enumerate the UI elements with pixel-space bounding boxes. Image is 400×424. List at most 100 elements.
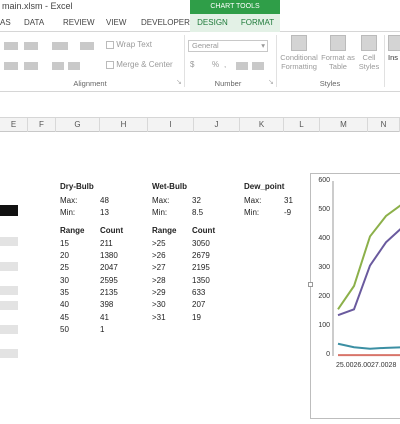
shaded-cell[interactable]	[0, 349, 18, 358]
column-header-l[interactable]: L	[284, 118, 320, 132]
dry-bulb-count[interactable]: 2047	[100, 263, 118, 272]
dry-bulb-count[interactable]: 398	[100, 300, 113, 309]
dry-bulb-count-header[interactable]: Count	[100, 226, 123, 235]
align-middle-icon[interactable]	[24, 40, 38, 50]
dry-bulb-count[interactable]: 211	[100, 239, 113, 248]
column-header-f[interactable]: F	[28, 118, 56, 132]
filled-cell-black[interactable]	[0, 205, 18, 216]
wet-bulb-title[interactable]: Wet-Bulb	[152, 182, 187, 191]
wrap-text-icon	[106, 40, 114, 49]
tab-data[interactable]: DATA	[24, 14, 50, 32]
number-launcher-icon[interactable]: ↘	[268, 78, 274, 86]
column-header-n[interactable]: N	[368, 118, 400, 132]
column-header-e[interactable]: E	[0, 118, 28, 132]
wet-bulb-range[interactable]: >28	[152, 276, 166, 285]
dry-bulb-count[interactable]: 2595	[100, 276, 118, 285]
dry-bulb-count[interactable]: 2135	[100, 288, 118, 297]
comma-style-icon[interactable]: ,	[224, 60, 226, 69]
dry-bulb-range[interactable]: 40	[60, 300, 69, 309]
shaded-cell[interactable]	[0, 237, 18, 246]
wet-bulb-range[interactable]: >26	[152, 251, 166, 260]
decrease-indent-icon[interactable]	[52, 60, 64, 70]
align-center-icon[interactable]	[24, 60, 38, 70]
dry-bulb-range[interactable]: 30	[60, 276, 69, 285]
tab-developer[interactable]: DEVELOPER	[141, 14, 190, 32]
dry-bulb-range[interactable]: 20	[60, 251, 69, 260]
dry-bulb-count[interactable]: 41	[100, 313, 109, 322]
column-header-k[interactable]: K	[240, 118, 284, 132]
tab-view[interactable]: VIEW	[106, 14, 128, 32]
shaded-cell[interactable]	[0, 325, 18, 334]
wet-bulb-max-label[interactable]: Max:	[152, 196, 169, 205]
wet-bulb-count[interactable]: 207	[192, 300, 205, 309]
wet-bulb-count[interactable]: 3050	[192, 239, 210, 248]
decrease-decimal-icon[interactable]	[252, 60, 264, 70]
dry-bulb-count[interactable]: 1380	[100, 251, 118, 260]
shaded-cell[interactable]	[0, 286, 18, 295]
increase-indent-icon[interactable]	[68, 60, 80, 70]
wet-bulb-range[interactable]: >29	[152, 288, 166, 297]
wet-bulb-count[interactable]: 2679	[192, 251, 210, 260]
dry-bulb-range[interactable]: 35	[60, 288, 69, 297]
tab-format[interactable]: FORMAT	[235, 14, 280, 32]
dry-bulb-max-label[interactable]: Max:	[60, 196, 77, 205]
wet-bulb-count-header[interactable]: Count	[192, 226, 215, 235]
dew-point-title[interactable]: Dew_point	[244, 182, 284, 191]
insert-button[interactable]: Ins	[388, 35, 400, 77]
wet-bulb-min-value[interactable]: 8.5	[192, 208, 203, 217]
column-header-m[interactable]: M	[320, 118, 368, 132]
dew-point-min-value[interactable]: -9	[284, 208, 291, 217]
wet-bulb-max-value[interactable]: 32	[192, 196, 201, 205]
dry-bulb-range-header[interactable]: Range	[60, 226, 84, 235]
dry-bulb-range[interactable]: 25	[60, 263, 69, 272]
wet-bulb-count[interactable]: 19	[192, 313, 201, 322]
tab-review[interactable]: REVIEW	[63, 14, 97, 32]
column-header-g[interactable]: G	[56, 118, 100, 132]
dry-bulb-range[interactable]: 15	[60, 239, 69, 248]
wet-bulb-range[interactable]: >27	[152, 263, 166, 272]
currency-button[interactable]: $	[190, 60, 194, 69]
wet-bulb-count[interactable]: 2195	[192, 263, 210, 272]
align-left-icon[interactable]	[4, 60, 18, 70]
text-direction-icon[interactable]	[80, 40, 94, 50]
merge-center-icon	[106, 60, 114, 69]
dry-bulb-min-label[interactable]: Min:	[60, 208, 75, 217]
wrap-text-label: Wrap Text	[116, 40, 152, 49]
dew-point-max-label[interactable]: Max:	[244, 196, 261, 205]
alignment-launcher-icon[interactable]: ↘	[176, 78, 182, 86]
dry-bulb-count[interactable]: 1	[100, 325, 104, 334]
conditional-formatting-button[interactable]: Conditional Formatting	[278, 35, 320, 77]
dew-point-min-label[interactable]: Min:	[244, 208, 259, 217]
dry-bulb-max-value[interactable]: 48	[100, 196, 109, 205]
column-header-j[interactable]: J	[194, 118, 240, 132]
wet-bulb-min-label[interactable]: Min:	[152, 208, 167, 217]
wet-bulb-range[interactable]: >31	[152, 313, 166, 322]
merge-center-button[interactable]: Merge & Center	[106, 60, 173, 69]
dew-point-max-value[interactable]: 31	[284, 196, 293, 205]
dry-bulb-range[interactable]: 45	[60, 313, 69, 322]
wet-bulb-range-header[interactable]: Range	[152, 226, 176, 235]
wrap-text-button[interactable]: Wrap Text	[106, 40, 152, 49]
cell-styles-icon	[361, 35, 377, 51]
shaded-cell[interactable]	[0, 301, 18, 310]
wet-bulb-count[interactable]: 1350	[192, 276, 210, 285]
orientation-icon[interactable]	[52, 40, 68, 50]
wet-bulb-range[interactable]: >30	[152, 300, 166, 309]
increase-decimal-icon[interactable]	[236, 60, 248, 70]
cell-styles-button[interactable]: Cell Styles	[356, 35, 382, 77]
tab-design[interactable]: DESIGN	[190, 14, 235, 32]
column-header-i[interactable]: I	[148, 118, 194, 132]
column-header-h[interactable]: H	[100, 118, 148, 132]
dry-bulb-title[interactable]: Dry-Bulb	[60, 182, 94, 191]
tab-formulas[interactable]: AS	[0, 14, 14, 32]
dry-bulb-range[interactable]: 50	[60, 325, 69, 334]
align-top-icon[interactable]	[4, 40, 18, 50]
formula-bar[interactable]	[0, 92, 400, 118]
dry-bulb-min-value[interactable]: 13	[100, 208, 109, 217]
shaded-cell[interactable]	[0, 262, 18, 271]
wet-bulb-range[interactable]: >25	[152, 239, 166, 248]
wet-bulb-count[interactable]: 633	[192, 288, 205, 297]
number-format-select[interactable]: General ▾	[188, 40, 268, 52]
format-as-table-button[interactable]: Format as Table	[320, 35, 356, 77]
percent-button[interactable]: %	[212, 60, 219, 69]
